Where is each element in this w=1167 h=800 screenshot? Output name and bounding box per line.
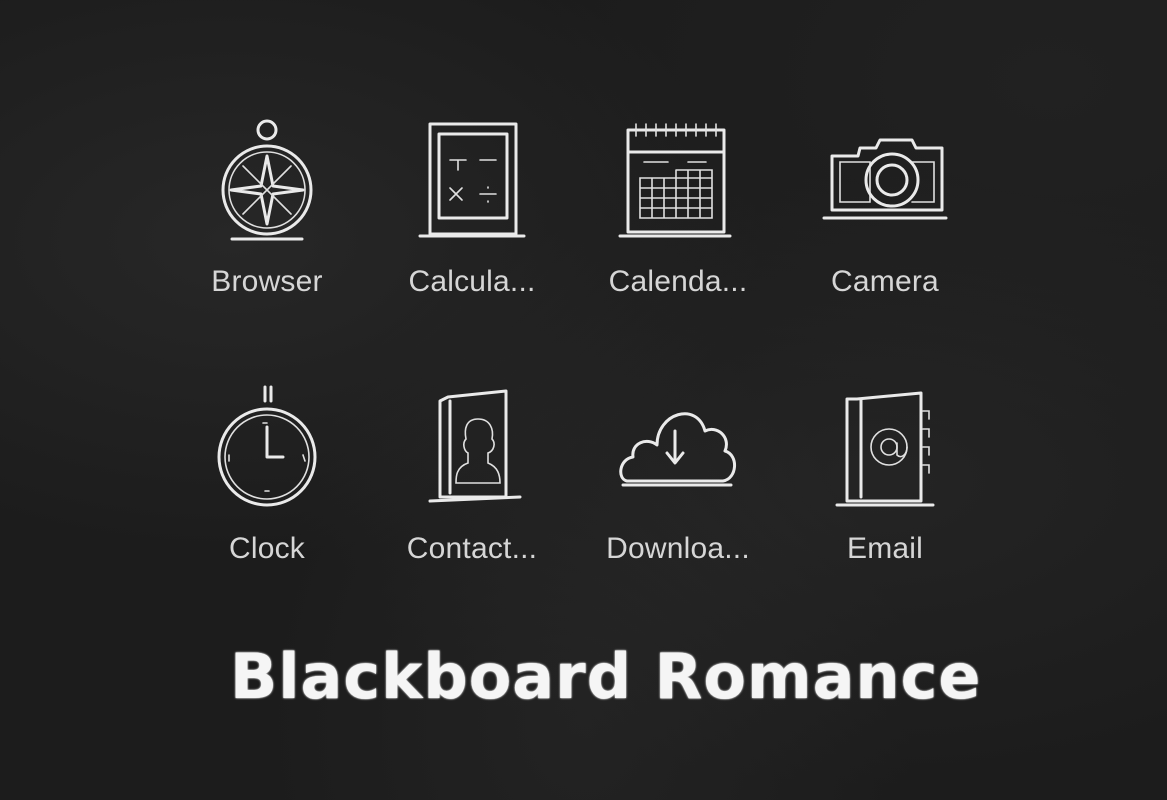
app-label: Clock [228,532,305,565]
app-label: Calcula... [408,265,536,298]
app-contacts[interactable]: Contact... [372,385,572,566]
contacts-icon [428,389,522,503]
theme-title: Blackboard Romance [230,640,982,713]
app-calendar[interactable]: Calenda... [578,118,778,299]
app-label: Contact... [406,532,538,565]
calculator-icon [418,122,526,238]
app-label: Calenda... [608,265,748,298]
clock-icon [217,385,317,507]
app-email[interactable]: Email [785,385,985,566]
email-icon [835,391,935,507]
compass-icon [221,119,313,241]
app-calculator[interactable]: Calcula... [372,118,572,299]
cloud-download-icon [619,412,736,487]
app-clock[interactable]: Clock [167,385,367,566]
app-label: Email [846,532,923,565]
app-camera[interactable]: Camera [785,118,985,299]
app-label: Camera [831,265,939,298]
app-label: Downloa... [606,532,750,565]
app-downloads[interactable]: Downloa... [578,385,778,566]
camera-icon [822,138,948,220]
app-browser[interactable]: Browser [167,118,367,299]
calendar-icon [618,123,732,238]
app-label: Browser [211,265,323,298]
